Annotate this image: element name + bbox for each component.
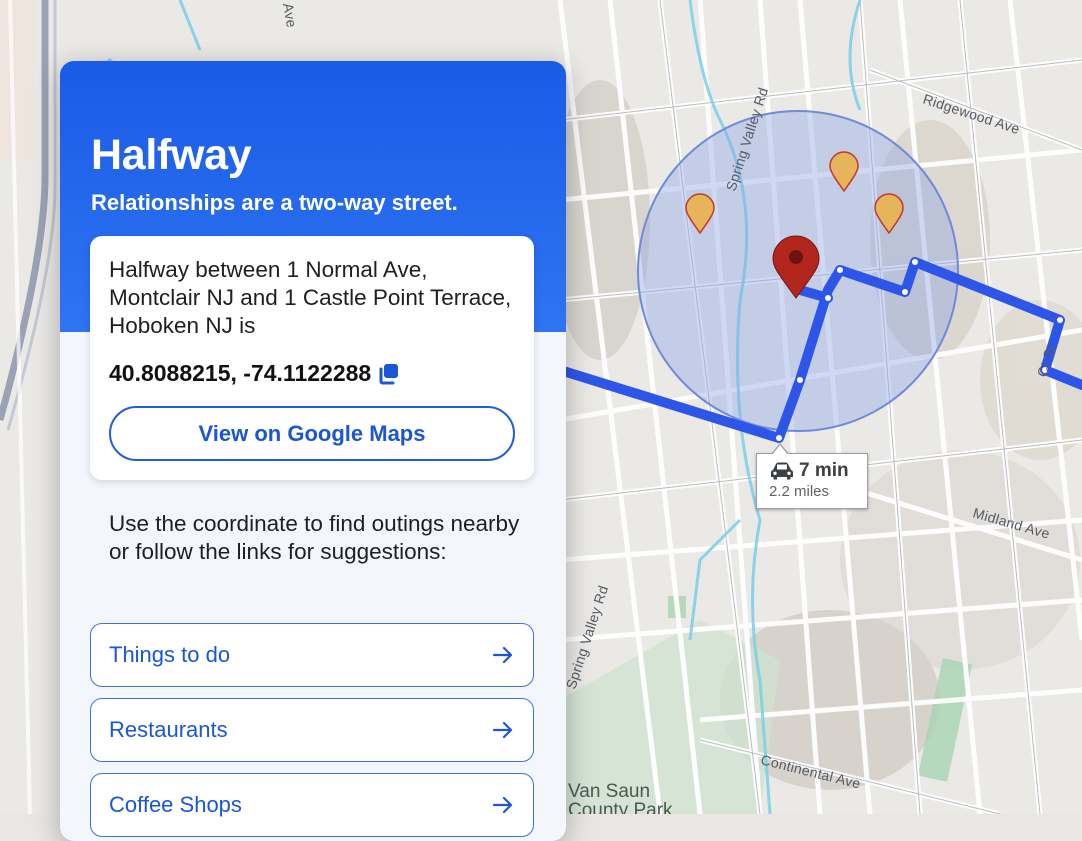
- coordinates-row: 40.8088215, -74.1122288: [109, 360, 516, 387]
- arrow-right-icon: [492, 721, 513, 739]
- arrow-right-icon: [492, 646, 513, 664]
- link-label: Coffee Shops: [109, 792, 242, 817]
- halfway-panel: Halfway Relationships are a two-way stre…: [60, 61, 566, 841]
- result-card: Halfway between 1 Normal Ave, Montclair …: [90, 236, 534, 480]
- result-description: Halfway between 1 Normal Ave, Montclair …: [109, 257, 512, 338]
- car-icon: [771, 462, 793, 480]
- link-restaurants[interactable]: Restaurants: [90, 698, 534, 762]
- copy-icon[interactable]: [376, 362, 400, 386]
- link-coffee-shops[interactable]: Coffee Shops: [90, 773, 534, 837]
- link-label: Things to do: [109, 642, 231, 667]
- app-title: Halfway: [91, 131, 252, 179]
- app-tagline: Relationships are a two-way street.: [91, 190, 458, 215]
- park-label-line1: Van Saun: [568, 781, 650, 802]
- view-on-google-maps-button[interactable]: View on Google Maps: [109, 406, 515, 461]
- suggestions-hint: Use the coordinate to find outings nearb…: [109, 511, 520, 564]
- route-distance: 2.2 miles: [769, 483, 830, 500]
- suggestion-links: Things to do Restaurants Coffee Shops: [90, 623, 534, 841]
- arrow-right-icon: [492, 796, 513, 814]
- link-label: Restaurants: [109, 717, 228, 742]
- route-time: 7 min: [799, 460, 849, 481]
- coordinates-value[interactable]: 40.8088215, -74.1122288: [109, 360, 371, 387]
- route-info-badge[interactable]: 7 min 2.2 miles: [756, 443, 868, 509]
- link-things-to-do[interactable]: Things to do: [90, 623, 534, 687]
- park-label-line2: County Park: [568, 800, 673, 814]
